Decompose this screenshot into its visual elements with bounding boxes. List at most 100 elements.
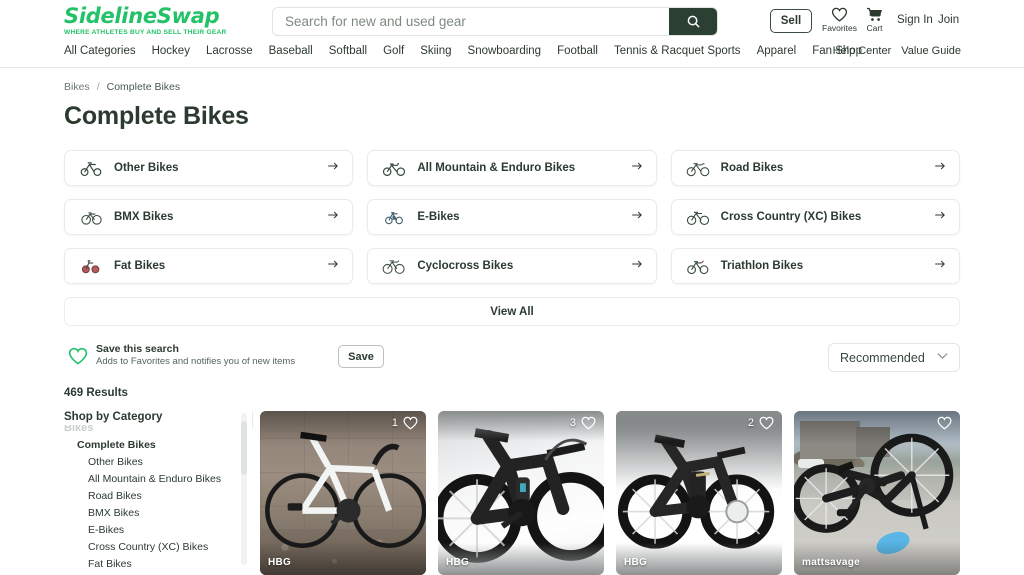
product-like-group[interactable]: 2 bbox=[748, 416, 774, 430]
category-card-label: Road Bikes bbox=[720, 162, 784, 174]
save-search-row: Save this search Adds to Favorites and n… bbox=[64, 343, 960, 375]
save-search-button[interactable]: Save bbox=[338, 345, 384, 368]
sidebar-item-fat-bikes[interactable]: Fat Bikes bbox=[64, 555, 236, 572]
search-submit-button[interactable] bbox=[669, 8, 717, 35]
product-like-group[interactable]: 3 bbox=[570, 416, 596, 430]
nav-item-apparel[interactable]: Apparel bbox=[757, 45, 797, 57]
search-icon bbox=[687, 15, 700, 28]
heart-outline-icon[interactable] bbox=[759, 416, 774, 430]
product-like-group[interactable] bbox=[932, 416, 952, 430]
heart-icon bbox=[831, 7, 848, 22]
like-count: 3 bbox=[569, 417, 576, 429]
sell-button[interactable]: Sell bbox=[770, 9, 812, 33]
bike-icon bbox=[381, 256, 407, 276]
sidebar-scrollbar[interactable] bbox=[241, 413, 247, 565]
page-content: Bikes / Complete Bikes Complete Bikes Ot… bbox=[0, 68, 1024, 575]
page-title: Complete Bikes bbox=[64, 102, 249, 130]
results-divider bbox=[252, 411, 253, 429]
nav-item-softball[interactable]: Softball bbox=[329, 45, 367, 57]
category-card-label: E-Bikes bbox=[417, 211, 460, 223]
view-all-button[interactable]: View All bbox=[64, 297, 960, 326]
join-link[interactable]: Join bbox=[938, 14, 959, 26]
search-input[interactable] bbox=[273, 8, 669, 35]
sort-select[interactable]: Recommended bbox=[828, 343, 960, 372]
results-count: 469 Results bbox=[64, 387, 128, 399]
seller-username[interactable]: mattsavage bbox=[802, 557, 860, 568]
arrow-right-icon bbox=[327, 208, 339, 226]
sidebar-item-cross-country-xc-bikes[interactable]: Cross Country (XC) Bikes bbox=[64, 538, 236, 555]
category-card-label: Cyclocross Bikes bbox=[417, 260, 514, 272]
product-card[interactable]: mattsavage bbox=[794, 411, 960, 575]
favorites-label: Favorites bbox=[822, 23, 857, 33]
sidebar-item-road-bikes[interactable]: Road Bikes bbox=[64, 487, 236, 504]
sign-in-link[interactable]: Sign In bbox=[897, 14, 933, 26]
sidebar-item-complete-bikes[interactable]: Complete Bikes bbox=[64, 436, 236, 453]
category-card-other-bikes[interactable]: Other Bikes bbox=[64, 150, 354, 186]
nav-item-lacrosse[interactable]: Lacrosse bbox=[206, 45, 253, 57]
heart-outline-icon[interactable] bbox=[937, 416, 952, 430]
logo[interactable]: SidelineSwap WHERE ATHLETES BUY AND SELL… bbox=[64, 6, 230, 37]
category-card-triathlon-bikes[interactable]: Triathlon Bikes bbox=[670, 248, 960, 284]
seller-username[interactable]: HBG bbox=[446, 557, 469, 568]
favorites-button[interactable]: Favorites bbox=[822, 7, 857, 33]
bike-icon bbox=[685, 256, 711, 276]
sidebar-title: Shop by Category bbox=[64, 411, 163, 423]
category-card-label: Cross Country (XC) Bikes bbox=[720, 211, 862, 223]
bike-icon bbox=[381, 207, 407, 227]
sidebar-item-all-mountain-enduro-bikes[interactable]: All Mountain & Enduro Bikes bbox=[64, 470, 236, 487]
product-card[interactable]: 3 HBG bbox=[438, 411, 604, 575]
category-card-cross-country-xc-bikes[interactable]: Cross Country (XC) Bikes bbox=[670, 199, 960, 235]
sidebar-item-bmx-bikes[interactable]: BMX Bikes bbox=[64, 504, 236, 521]
product-like-group[interactable]: 1 bbox=[392, 416, 418, 430]
chevron-down-icon bbox=[937, 352, 948, 363]
heart-outline-icon[interactable] bbox=[403, 416, 418, 430]
nav-item-golf[interactable]: Golf bbox=[383, 45, 404, 57]
nav-item-baseball[interactable]: Baseball bbox=[269, 45, 313, 57]
results-area: Shop by Category Bikes Complete Bikes Ot… bbox=[64, 411, 960, 575]
site-header: SidelineSwap WHERE ATHLETES BUY AND SELL… bbox=[0, 0, 1024, 45]
bike-icon bbox=[685, 207, 711, 227]
category-card-road-bikes[interactable]: Road Bikes bbox=[670, 150, 960, 186]
bike-icon bbox=[78, 207, 104, 227]
sidebar-scrollbar-thumb[interactable] bbox=[241, 421, 247, 475]
nav-item-hockey[interactable]: Hockey bbox=[152, 45, 190, 57]
product-card[interactable]: 1 HBG bbox=[260, 411, 426, 575]
arrow-right-icon bbox=[631, 257, 643, 275]
cart-button[interactable]: Cart bbox=[866, 7, 883, 33]
product-card[interactable]: 2 HBG bbox=[616, 411, 782, 575]
cart-label: Cart bbox=[866, 23, 883, 33]
nav-category-list: All Categories Hockey Lacrosse Baseball … bbox=[64, 45, 862, 57]
category-card-fat-bikes[interactable]: Fat Bikes bbox=[64, 248, 354, 284]
arrow-right-icon bbox=[327, 257, 339, 275]
category-card-e-bikes[interactable]: E-Bikes bbox=[367, 199, 657, 235]
heart-outline-icon[interactable] bbox=[581, 416, 596, 430]
category-card-cyclocross-bikes[interactable]: Cyclocross Bikes bbox=[367, 248, 657, 284]
sidebar-ghost-label: Bikes bbox=[64, 425, 94, 432]
nav-item-tennis-racquet-sports[interactable]: Tennis & Racquet Sports bbox=[614, 45, 741, 57]
nav-item-football[interactable]: Football bbox=[557, 45, 598, 57]
category-card-label: Triathlon Bikes bbox=[720, 260, 804, 272]
bike-icon bbox=[78, 158, 104, 178]
save-search-subtitle: Adds to Favorites and notifies you of ne… bbox=[96, 356, 296, 368]
value-guide-link[interactable]: Value Guide bbox=[901, 45, 961, 57]
search-bar[interactable] bbox=[272, 7, 718, 36]
breadcrumb-item-bikes[interactable]: Bikes bbox=[64, 81, 90, 93]
category-card-label: Fat Bikes bbox=[114, 260, 166, 272]
nav-item-skiing[interactable]: Skiing bbox=[420, 45, 451, 57]
help-center-link[interactable]: Help Center bbox=[833, 45, 892, 57]
heart-outline-icon bbox=[68, 347, 88, 365]
breadcrumb-item-complete-bikes[interactable]: Complete Bikes bbox=[107, 81, 181, 93]
nav-item-all-categories[interactable]: All Categories bbox=[64, 45, 136, 57]
sidebar-item-other-bikes[interactable]: Other Bikes bbox=[64, 453, 236, 470]
category-card-all-mountain-enduro-bikes[interactable]: All Mountain & Enduro Bikes bbox=[367, 150, 657, 186]
category-card-bmx-bikes[interactable]: BMX Bikes bbox=[64, 199, 354, 235]
primary-nav: All Categories Hockey Lacrosse Baseball … bbox=[0, 45, 1024, 67]
nav-item-snowboarding[interactable]: Snowboarding bbox=[468, 45, 542, 57]
arrow-right-icon bbox=[631, 208, 643, 226]
logo-tagline: WHERE ATHLETES BUY AND SELL THEIR GEAR bbox=[64, 29, 227, 36]
seller-username[interactable]: HBG bbox=[268, 557, 291, 568]
seller-username[interactable]: HBG bbox=[624, 557, 647, 568]
cart-icon bbox=[867, 7, 882, 21]
sidebar-item-e-bikes[interactable]: E-Bikes bbox=[64, 521, 236, 538]
arrow-right-icon bbox=[631, 159, 643, 177]
